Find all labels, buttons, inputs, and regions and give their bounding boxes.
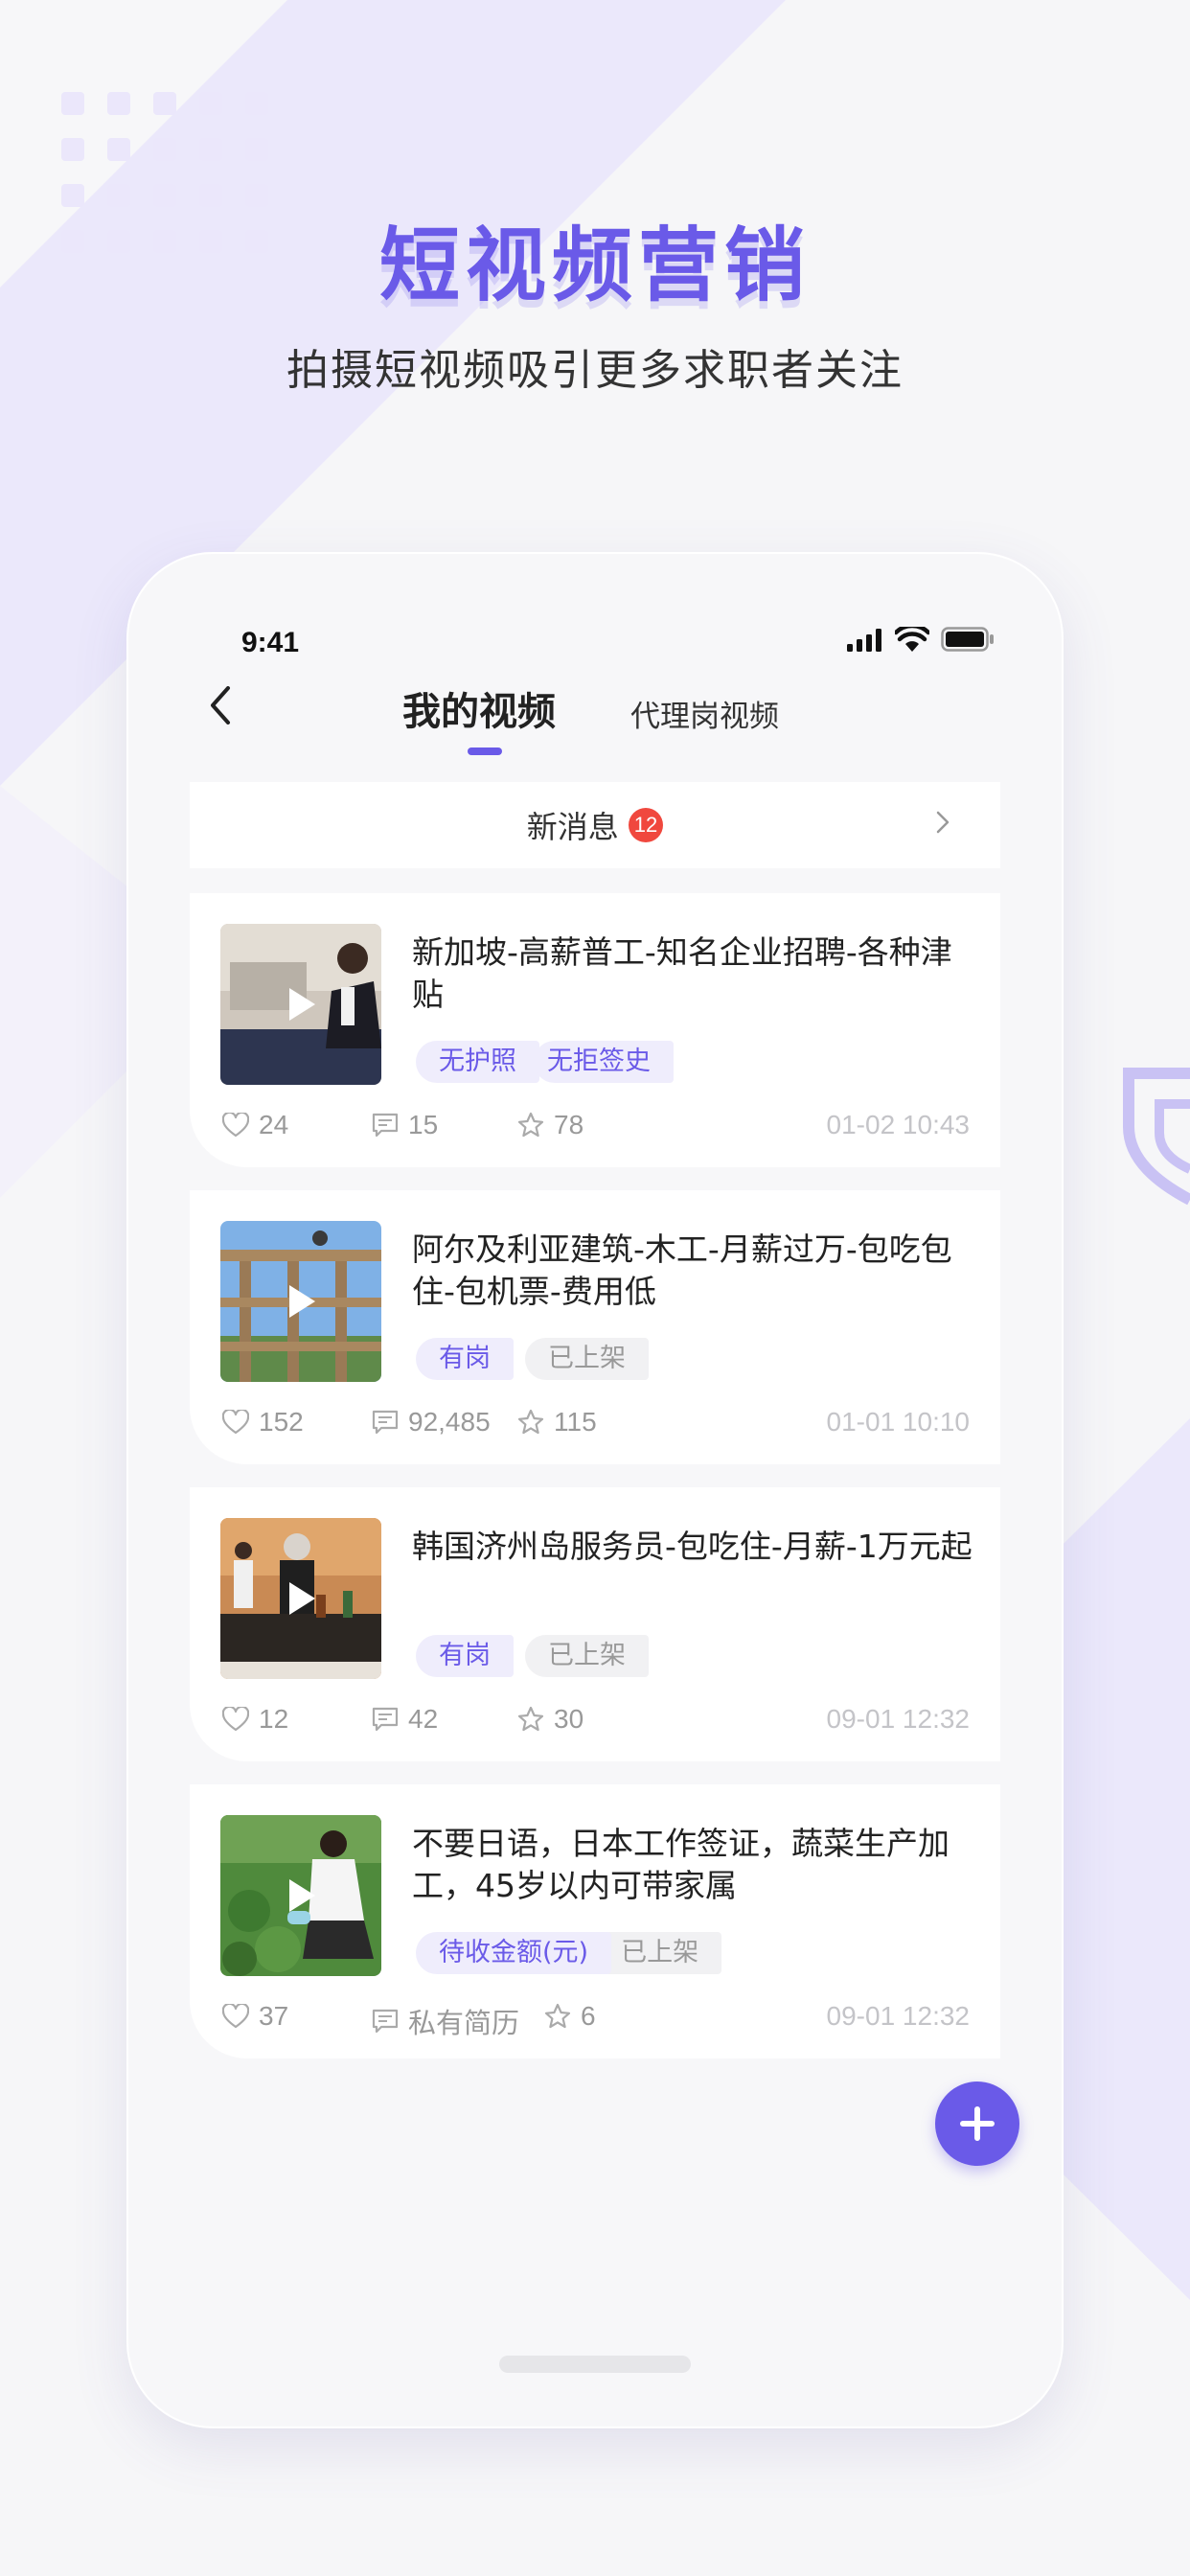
video-card[interactable]: 阿尔及利亚建筑-木工-月薪过万-包吃包住-包机票-费用低 有岗 已上架 152 … — [190, 1190, 1000, 1464]
comment-icon — [372, 1707, 399, 1732]
tab-active-indicator — [468, 748, 502, 755]
tag: 有岗 — [416, 1338, 514, 1380]
post-time: 01-02 10:43 — [826, 1110, 970, 1139]
likes-count: 12 — [259, 1704, 289, 1734]
add-video-button[interactable] — [935, 2082, 1019, 2166]
nav-bar: 我的视频 代理岗视频 — [126, 667, 1064, 763]
tag-list: 有岗 已上架 — [416, 1635, 649, 1677]
video-stats: 12 42 30 09-01 12:32 — [222, 1704, 970, 1742]
tag: 待收金额(元) — [416, 1932, 612, 1974]
comment-icon — [372, 2009, 399, 2034]
video-title: 阿尔及利亚建筑-木工-月薪过万-包吃包住-包机票-费用低 — [412, 1230, 952, 1310]
post-time: 09-01 12:32 — [826, 1704, 970, 1734]
video-title: 不要日语，日本工作签证，蔬菜生产加工，45岁以内可带家属 — [412, 1825, 950, 1904]
star-icon — [544, 2003, 571, 2029]
back-icon — [211, 686, 230, 724]
likes-stat[interactable]: 24 — [222, 1110, 288, 1140]
likes-count: 37 — [259, 2001, 289, 2031]
tag-list: 待收金额(元) 已上架 — [416, 1932, 722, 1974]
favorites-count: 6 — [581, 2001, 596, 2031]
star-icon — [517, 1112, 544, 1138]
hero-subtitle: 拍摄短视频吸引更多求职者关注 — [286, 346, 904, 395]
tab-agent-videos[interactable]: 代理岗视频 — [630, 692, 779, 735]
heart-icon — [222, 1113, 249, 1138]
video-thumbnail[interactable] — [220, 1221, 381, 1382]
heart-icon — [222, 1410, 249, 1435]
back-button[interactable] — [192, 677, 249, 734]
comments-count: 15 — [408, 1110, 439, 1139]
shield-decor-icon — [1123, 1068, 1190, 1206]
heart-icon — [222, 2004, 249, 2029]
comments-stat[interactable]: 42 — [372, 1704, 438, 1735]
play-icon — [289, 1879, 315, 1912]
tag-list: 无护照 无拒签史 — [416, 1041, 674, 1083]
tag-list: 有岗 已上架 — [416, 1338, 649, 1380]
video-stats: 24 15 78 01-02 10:43 — [222, 1110, 970, 1148]
likes-stat[interactable]: 12 — [222, 1704, 288, 1735]
plus-icon — [960, 2106, 995, 2141]
heart-icon — [222, 1707, 249, 1732]
battery-icon — [941, 627, 994, 652]
home-indicator — [499, 2356, 691, 2373]
tag: 无护照 — [416, 1041, 539, 1083]
tag: 已上架 — [525, 1635, 649, 1677]
comments-count: 私有简历 — [408, 2007, 520, 2039]
play-icon — [289, 1285, 315, 1318]
video-card[interactable]: 新加坡-高薪普工-知名企业招聘-各种津贴 无护照 无拒签史 24 15 78 0… — [190, 893, 1000, 1167]
post-time: 09-01 12:32 — [826, 2001, 970, 2031]
video-stats: 37 私有简历 6 09-01 12:32 — [222, 2001, 970, 2039]
favorites-count: 30 — [554, 1704, 584, 1734]
comment-icon — [372, 1410, 399, 1435]
tag: 已上架 — [525, 1338, 649, 1380]
post-time: 01-01 10:10 — [826, 1407, 970, 1437]
tab-my-videos[interactable]: 我的视频 — [402, 680, 556, 736]
video-card[interactable]: 韩国济州岛服务员-包吃住-月薪-1万元起 有岗 已上架 12 42 30 09-… — [190, 1487, 1000, 1761]
video-thumbnail[interactable] — [220, 1518, 381, 1679]
status-time: 9:41 — [241, 627, 300, 658]
favorites-stat[interactable]: 30 — [517, 1704, 584, 1735]
comment-icon — [372, 1113, 399, 1138]
likes-count: 24 — [259, 1110, 289, 1139]
play-icon — [289, 1582, 315, 1615]
video-thumbnail[interactable] — [220, 924, 381, 1085]
wifi-icon — [895, 627, 929, 652]
comments-stat[interactable]: 15 — [372, 1110, 438, 1140]
video-thumbnail[interactable] — [220, 1815, 381, 1976]
comments-stat[interactable]: 私有简历 — [372, 2001, 519, 2041]
likes-count: 152 — [259, 1407, 304, 1437]
comments-count: 42 — [408, 1704, 439, 1734]
video-stats: 152 92,485 115 01-01 10:10 — [222, 1407, 970, 1445]
comments-count: 92,485 — [408, 1407, 491, 1437]
chevron-right-icon — [936, 811, 950, 834]
favorites-stat[interactable]: 78 — [517, 1110, 584, 1140]
tag: 无拒签史 — [534, 1041, 674, 1083]
play-icon — [289, 988, 315, 1021]
favorites-count: 115 — [554, 1407, 597, 1437]
likes-stat[interactable]: 152 — [222, 1407, 304, 1438]
star-icon — [517, 1409, 544, 1435]
favorites-count: 78 — [554, 1110, 584, 1139]
favorites-stat[interactable]: 115 — [517, 1407, 597, 1438]
new-messages-label: 新消息 — [526, 809, 619, 845]
tag: 有岗 — [416, 1635, 514, 1677]
new-messages-bar[interactable]: 新消息 12 — [190, 782, 1000, 868]
likes-stat[interactable]: 37 — [222, 2001, 288, 2032]
video-title: 韩国济州岛服务员-包吃住-月薪-1万元起 — [412, 1528, 973, 1565]
star-icon — [517, 1706, 544, 1732]
video-title: 新加坡-高薪普工-知名企业招聘-各种津贴 — [412, 933, 952, 1013]
status-icons — [847, 627, 995, 652]
status-bar: 9:41 — [126, 552, 1064, 658]
signal-icon — [847, 629, 881, 652]
favorites-stat[interactable]: 6 — [544, 2001, 596, 2032]
hero-title: 短视频营销 — [378, 218, 811, 312]
comments-stat[interactable]: 92,485 — [372, 1407, 491, 1438]
video-card[interactable]: 不要日语，日本工作签证，蔬菜生产加工，45岁以内可带家属 待收金额(元) 已上架… — [190, 1784, 1000, 2058]
message-count-badge: 12 — [628, 808, 664, 842]
phone-mockup: 9:41 我的视频 代理岗视频 新消息 12 新加坡-高薪普工-知名企业招聘-各… — [126, 552, 1064, 2428]
